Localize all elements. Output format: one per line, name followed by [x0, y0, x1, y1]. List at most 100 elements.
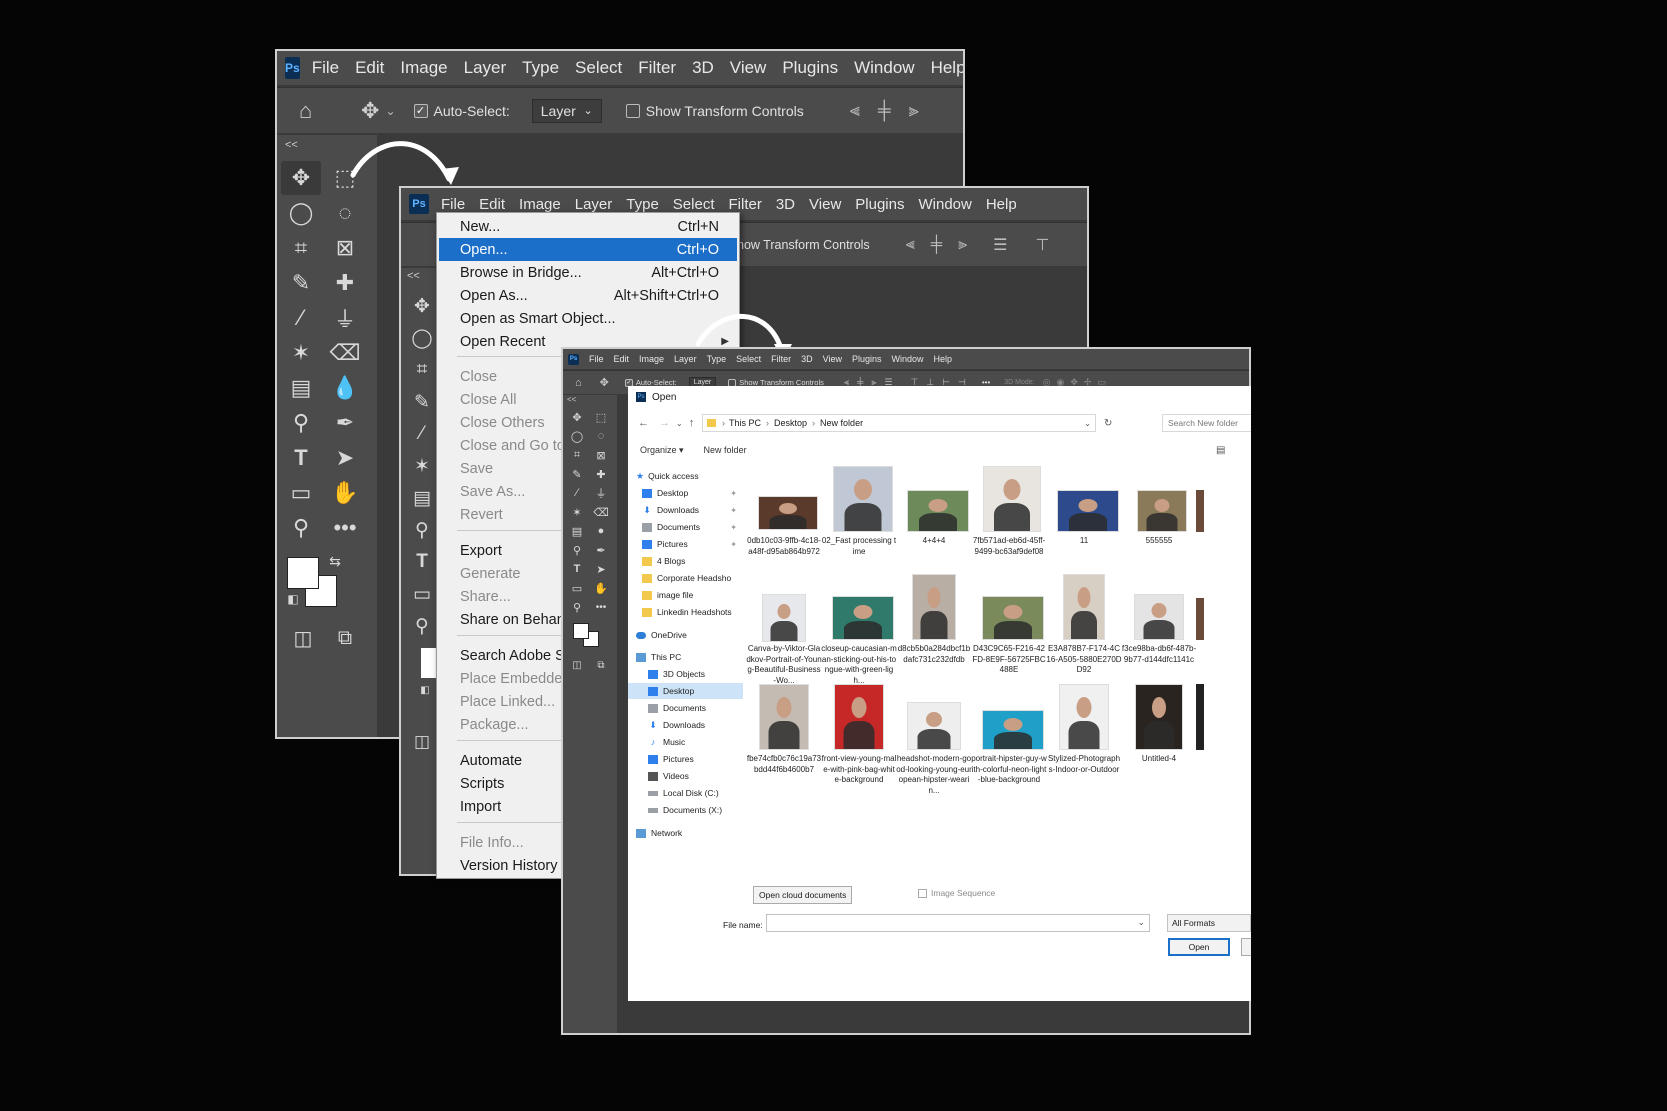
- menu-plugins[interactable]: Plugins: [782, 58, 838, 78]
- gradient-tool-icon[interactable]: ▤: [405, 484, 439, 512]
- menu-image[interactable]: Image: [400, 58, 447, 78]
- collapse-icon[interactable]: <<: [285, 139, 298, 151]
- menu-filter[interactable]: Filter: [729, 196, 762, 213]
- menu-select[interactable]: Select: [736, 354, 761, 364]
- menu-image[interactable]: Image: [639, 354, 664, 364]
- blur-tool-icon[interactable]: 💧: [327, 373, 363, 403]
- auto-select-checkbox[interactable]: ✓: [413, 103, 428, 118]
- menu-item-open-as[interactable]: Open As... Alt+Shift+Ctrl+O: [439, 284, 737, 307]
- file-thumbnail[interactable]: [1196, 490, 1204, 532]
- file-item[interactable]: 4+4+4: [896, 466, 972, 571]
- screen-mode-icon[interactable]: ⧉: [327, 623, 363, 653]
- dodge-tool-icon[interactable]: ⚲: [405, 516, 439, 544]
- file-item[interactable]: Canva-by-Viktor-Gladkov-Portrait-of-Youn…: [746, 574, 822, 685]
- move-tool-icon[interactable]: ✥: [567, 409, 587, 425]
- quick-mask-icon[interactable]: ◫: [567, 657, 587, 673]
- type-tool-icon[interactable]: T: [405, 548, 439, 576]
- eyedropper-icon[interactable]: ✎: [567, 466, 587, 482]
- view-options-icon[interactable]: ▤: [1216, 445, 1225, 456]
- dodge-tool-icon[interactable]: ⚲: [567, 542, 587, 558]
- zoom-tool-icon[interactable]: ⚲: [567, 599, 587, 615]
- move-tool-icon[interactable]: ✥: [283, 163, 319, 193]
- file-item[interactable]: 11: [1046, 466, 1122, 571]
- align-right-icon[interactable]: ⫸: [958, 236, 967, 254]
- marquee-tool-icon[interactable]: ⬚: [327, 163, 363, 193]
- breadcrumb-new-folder[interactable]: New folder: [820, 418, 863, 428]
- rectangle-tool-icon[interactable]: ▭: [405, 580, 439, 608]
- align-center-icon[interactable]: ╪: [931, 236, 942, 254]
- image-sequence-option[interactable]: Image Sequence: [918, 888, 995, 898]
- menu-type[interactable]: Type: [626, 196, 659, 213]
- menu-type[interactable]: Type: [707, 354, 727, 364]
- file-thumbnail[interactable]: [1196, 684, 1204, 750]
- history-brush-icon[interactable]: ✶: [283, 338, 319, 368]
- default-colors-icon[interactable]: ◧: [285, 591, 301, 607]
- file-item[interactable]: front-view-young-male-with-pink-bag-whit…: [821, 684, 897, 789]
- menu-select[interactable]: Select: [575, 58, 622, 78]
- align-right-icon[interactable]: ⫸: [909, 100, 919, 121]
- move-tool-icon[interactable]: ✥: [600, 376, 609, 389]
- type-tool-icon[interactable]: T: [283, 443, 319, 473]
- menu-help[interactable]: Help: [986, 196, 1017, 213]
- nav-3d-objects[interactable]: 3D Objects: [628, 666, 743, 682]
- eraser-tool-icon[interactable]: ⌫: [327, 338, 363, 368]
- nav-local-disk-c[interactable]: Local Disk (C:): [628, 785, 743, 801]
- history-brush-icon[interactable]: ✶: [567, 504, 587, 520]
- file-name-input[interactable]: ⌄: [766, 914, 1150, 932]
- crop-tool-icon[interactable]: ⌗: [405, 356, 439, 384]
- menu-layer[interactable]: Layer: [575, 196, 613, 213]
- gradient-tool-icon[interactable]: ▤: [567, 523, 587, 539]
- move-tool-icon[interactable]: ✥: [361, 98, 379, 124]
- pen-tool-icon[interactable]: ✒: [327, 408, 363, 438]
- menu-3d[interactable]: 3D: [692, 58, 714, 78]
- menu-file[interactable]: File: [312, 58, 339, 78]
- nav-image-file[interactable]: image file: [628, 587, 743, 603]
- healing-brush-icon[interactable]: ✚: [327, 268, 363, 298]
- brush-tool-icon[interactable]: ⁄: [567, 485, 587, 501]
- chevron-down-icon[interactable]: ⌄: [1084, 419, 1091, 428]
- menu-type[interactable]: Type: [522, 58, 559, 78]
- layer-select[interactable]: Layer ⌄: [531, 98, 602, 123]
- image-sequence-checkbox[interactable]: [918, 888, 927, 898]
- nav-documents-pinned[interactable]: Documents ✦: [628, 519, 743, 535]
- lasso-tool-icon[interactable]: ◯: [283, 198, 319, 228]
- healing-brush-icon[interactable]: ✚: [591, 466, 611, 482]
- distribute-icon[interactable]: ☰: [993, 235, 1007, 255]
- foreground-color-swatch[interactable]: [573, 623, 589, 639]
- move-tool-icon[interactable]: ✥: [405, 292, 439, 320]
- quick-mask-icon[interactable]: ◫: [405, 728, 439, 756]
- file-item[interactable]: closeup-caucasian-man-sticking-out-his-t…: [821, 574, 897, 685]
- file-item[interactable]: 0db10c03-9ffb-4c18-a48f-d95ab864b972: [746, 466, 822, 571]
- file-item[interactable]: portrait-hipster-guy-with-colorful-neon-…: [971, 684, 1047, 789]
- quick-select-icon[interactable]: ◌: [327, 198, 363, 228]
- brush-tool-icon[interactable]: ⁄: [405, 420, 439, 448]
- menu-item-open-as-smart-object[interactable]: Open as Smart Object...: [439, 307, 737, 330]
- menu-3d[interactable]: 3D: [801, 354, 813, 364]
- menu-filter[interactable]: Filter: [771, 354, 791, 364]
- pen-tool-icon[interactable]: ✒: [591, 542, 611, 558]
- more-tools-icon[interactable]: •••: [327, 513, 363, 543]
- file-item[interactable]: Untitled-4: [1121, 684, 1197, 789]
- nav-music[interactable]: ♪ Music: [628, 734, 743, 750]
- menu-help[interactable]: Help: [934, 354, 953, 364]
- lasso-tool-icon[interactable]: ◯: [405, 324, 439, 352]
- nav-pictures-pinned[interactable]: Pictures ✦: [628, 536, 743, 552]
- menu-layer[interactable]: Layer: [464, 58, 507, 78]
- quick-mask-icon[interactable]: ◫: [285, 623, 321, 653]
- nav-downloads[interactable]: ⬇ Downloads: [628, 717, 743, 733]
- menu-file[interactable]: File: [441, 196, 465, 213]
- frame-tool-icon[interactable]: ⊠: [327, 233, 363, 263]
- crop-tool-icon[interactable]: ⌗: [283, 233, 319, 263]
- open-cloud-documents-button[interactable]: Open cloud documents: [753, 886, 853, 904]
- eyedropper-icon[interactable]: ✎: [283, 268, 319, 298]
- back-arrow-icon[interactable]: ←: [638, 417, 649, 429]
- lasso-tool-icon[interactable]: ◯: [567, 428, 587, 444]
- menu-window[interactable]: Window: [918, 196, 971, 213]
- path-select-icon[interactable]: ➤: [591, 561, 611, 577]
- swap-colors-icon[interactable]: ⇆: [325, 551, 345, 571]
- menu-image[interactable]: Image: [519, 196, 561, 213]
- nav-linkedin-headshots[interactable]: Linkedin Headshots: [628, 604, 743, 620]
- organize-button[interactable]: Organize ▾: [640, 445, 684, 456]
- file-item[interactable]: E3A878B7-F174-4C16-A505-5880E270DD92: [1046, 574, 1122, 679]
- crop-tool-icon[interactable]: ⌗: [567, 447, 587, 463]
